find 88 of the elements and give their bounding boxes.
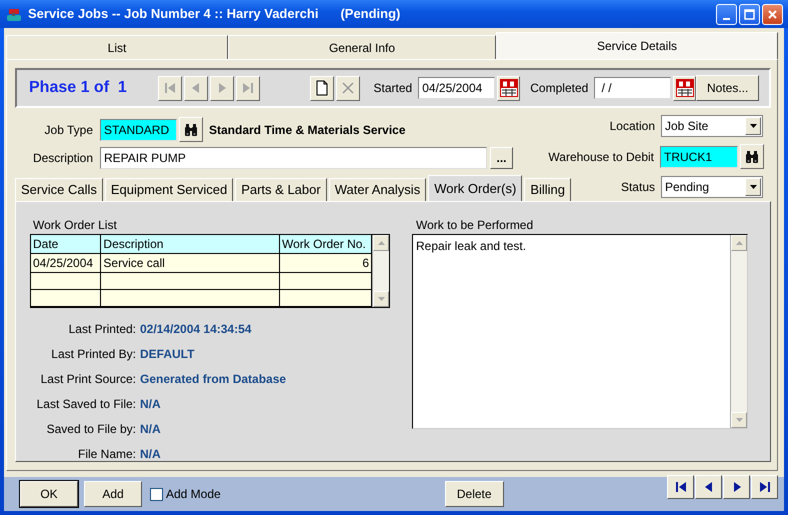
down-arrow-icon (376, 296, 386, 302)
window-status: (Pending) (340, 5, 400, 24)
last-record-button[interactable] (751, 475, 778, 499)
info-label: Saved to File by: (46, 421, 136, 438)
job-type-field[interactable]: STANDARD (100, 118, 177, 140)
column-header[interactable]: Work Order No. (280, 235, 372, 254)
table-cell: Service call (100, 254, 280, 272)
list-title: Work Order List (33, 217, 118, 234)
notes-button[interactable]: Notes... (696, 75, 759, 101)
first-record-button[interactable] (667, 475, 694, 499)
phase-label: Phase 1 of 1 (29, 78, 128, 98)
info-value: N/A (140, 421, 162, 438)
tab[interactable]: Equipment Serviced (104, 178, 234, 201)
app-icon (5, 6, 23, 22)
work-text-area[interactable]: Repair leak and test. (412, 234, 748, 429)
tab[interactable]: List (6, 35, 228, 59)
started-label: Started (374, 80, 412, 97)
tab[interactable]: General Info (228, 35, 496, 59)
tab[interactable]: Work Order(s) (428, 175, 522, 201)
info-label: File Name: (76, 446, 136, 463)
minimize-button[interactable] (716, 4, 737, 24)
previous-record-button[interactable] (695, 475, 722, 499)
minimize-icon (723, 18, 730, 20)
maximize-button[interactable] (739, 4, 760, 24)
close-button[interactable] (762, 4, 783, 24)
info-value: N/A (140, 446, 162, 463)
completed-label: Completed (530, 80, 588, 97)
job-type-description: Standard Time & Materials Service (209, 122, 406, 138)
down-arrow-icon (734, 417, 744, 423)
scroll-up-button[interactable] (731, 235, 747, 251)
tab[interactable]: Service Details (496, 32, 778, 59)
binoculars-icon (183, 122, 199, 138)
location-label: Location (610, 118, 655, 135)
calendar-button[interactable] (672, 76, 696, 100)
description-label: Description (32, 150, 93, 167)
info-value: 02/14/2004 14:34:54 (140, 321, 252, 338)
info-label: Last Print Source: (40, 371, 136, 388)
tab[interactable]: Water Analysis (328, 178, 426, 201)
status-label: Status (620, 179, 655, 196)
status-dropdown[interactable]: Pending (661, 176, 763, 198)
maximize-icon (743, 8, 756, 20)
add-mode-label: Add Mode (166, 486, 221, 503)
info-value: Generated from Database (140, 371, 288, 388)
completed-date-field[interactable]: / / (594, 77, 671, 99)
document-icon (314, 80, 330, 96)
warehouse-label: Warehouse to Debit (548, 148, 654, 166)
table-cell: 6 (280, 254, 372, 272)
location-dropdown[interactable]: Job Site (661, 115, 763, 137)
info-value: DEFAULT (140, 346, 196, 363)
info-label: Last Printed: (68, 321, 136, 338)
info-label: Last Saved to File: (36, 396, 136, 413)
lookup-button[interactable] (740, 144, 764, 169)
column-header[interactable]: Date (31, 235, 101, 254)
calendar-icon (676, 79, 694, 97)
started-date-field[interactable]: 04/25/2004 (418, 77, 495, 99)
info-value: N/A (140, 396, 162, 413)
scroll-down-button[interactable] (373, 291, 389, 307)
up-arrow-icon (734, 240, 744, 246)
description-field[interactable]: REPAIR PUMP (100, 147, 487, 169)
window-title: Service Jobs -- Job Number 4 :: Harry Vaderchi (28, 5, 318, 24)
next-record-button[interactable] (723, 475, 750, 499)
binoculars-icon (744, 148, 760, 164)
column-header[interactable]: Description (100, 235, 280, 254)
tab[interactable]: Parts & Labor (235, 178, 327, 201)
calendar-icon (500, 79, 518, 97)
add-button[interactable]: Add (84, 481, 142, 507)
dropdown-arrow-icon (748, 184, 758, 190)
work-label: Work to be Performed (416, 217, 534, 234)
warehouse-field[interactable]: TRUCK1 (660, 146, 738, 168)
lookup-button[interactable] (179, 117, 203, 142)
delete-phase-button[interactable] (336, 76, 360, 100)
scroll-up-button[interactable] (373, 235, 389, 251)
tab[interactable]: Service Calls (15, 178, 103, 201)
ok-button[interactable]: OK (20, 481, 78, 507)
dropdown-arrow-icon (748, 123, 758, 129)
job-type-label: Job Type (44, 122, 93, 138)
info-label: Last Printed By: (50, 346, 136, 363)
more-button[interactable]: ... (490, 147, 513, 169)
new-button[interactable] (310, 76, 334, 100)
calendar-button[interactable] (496, 76, 520, 100)
add-mode-checkbox[interactable] (150, 488, 163, 500)
delete-button[interactable]: Delete (444, 481, 504, 507)
tab[interactable]: Billing (524, 178, 571, 201)
up-arrow-icon (376, 240, 386, 246)
scroll-down-button[interactable] (731, 412, 747, 428)
cross-icon (340, 80, 356, 96)
close-icon (766, 8, 779, 20)
table-cell: 04/25/2004 (31, 254, 101, 272)
